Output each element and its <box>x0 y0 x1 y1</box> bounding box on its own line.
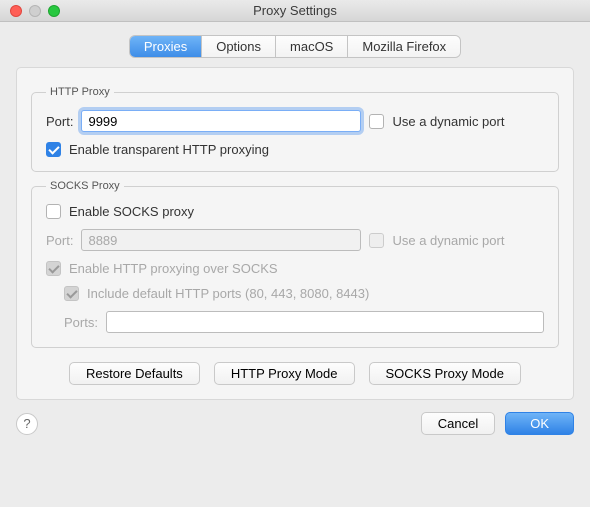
socks-proxy-legend: SOCKS Proxy <box>46 180 124 192</box>
tab-macos[interactable]: macOS <box>276 36 348 57</box>
http-proxy-legend: HTTP Proxy <box>46 86 114 98</box>
tab-firefox[interactable]: Mozilla Firefox <box>348 36 460 57</box>
cancel-button[interactable]: Cancel <box>421 412 495 435</box>
socks-port-input <box>81 229 361 251</box>
http-dynamic-checkbox[interactable] <box>369 114 384 129</box>
main-panel: HTTP Proxy Port: Use a dynamic port Enab… <box>16 67 574 400</box>
ok-button[interactable]: OK <box>505 412 574 435</box>
window-title: Proxy Settings <box>0 3 590 18</box>
socks-default-ports-checkbox <box>64 286 79 301</box>
http-dynamic-label: Use a dynamic port <box>392 114 504 129</box>
title-bar: Proxy Settings <box>0 0 590 22</box>
help-icon: ? <box>23 416 30 431</box>
minimize-icon <box>29 5 41 17</box>
http-proxy-mode-button[interactable]: HTTP Proxy Mode <box>214 362 355 385</box>
tab-proxies[interactable]: Proxies <box>130 36 202 57</box>
socks-port-label: Port: <box>46 233 73 248</box>
http-port-label: Port: <box>46 114 73 129</box>
socks-enable-checkbox[interactable] <box>46 204 61 219</box>
http-port-input[interactable] <box>81 110 361 132</box>
footer: ? Cancel OK <box>0 412 590 449</box>
socks-enable-label: Enable SOCKS proxy <box>69 204 194 219</box>
socks-over-label: Enable HTTP proxying over SOCKS <box>69 261 278 276</box>
help-button[interactable]: ? <box>16 413 38 435</box>
socks-proxy-group: SOCKS Proxy Enable SOCKS proxy Port: Use… <box>31 180 559 348</box>
socks-ports-label: Ports: <box>64 315 98 330</box>
http-transparent-checkbox[interactable] <box>46 142 61 157</box>
close-icon[interactable] <box>10 5 22 17</box>
socks-proxy-mode-button[interactable]: SOCKS Proxy Mode <box>369 362 522 385</box>
traffic-lights <box>0 5 60 17</box>
socks-ports-input <box>106 311 544 333</box>
socks-default-ports-label: Include default HTTP ports (80, 443, 808… <box>87 286 369 301</box>
restore-defaults-button[interactable]: Restore Defaults <box>69 362 200 385</box>
tab-options[interactable]: Options <box>202 36 276 57</box>
socks-dynamic-label: Use a dynamic port <box>392 233 504 248</box>
tab-bar: Proxies Options macOS Mozilla Firefox <box>16 36 574 57</box>
socks-over-checkbox <box>46 261 61 276</box>
fullscreen-icon[interactable] <box>48 5 60 17</box>
http-transparent-label: Enable transparent HTTP proxying <box>69 142 269 157</box>
http-proxy-group: HTTP Proxy Port: Use a dynamic port Enab… <box>31 86 559 172</box>
mode-button-row: Restore Defaults HTTP Proxy Mode SOCKS P… <box>31 362 559 385</box>
socks-dynamic-checkbox <box>369 233 384 248</box>
